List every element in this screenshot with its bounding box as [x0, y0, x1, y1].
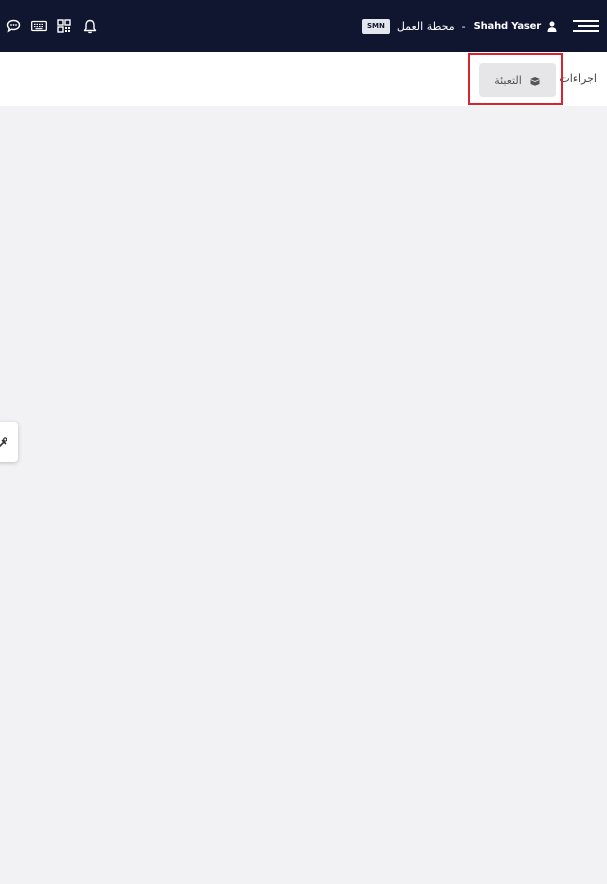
top-navigation-bar: SMN محطة العمل - Shahd Yaser — [0, 0, 607, 52]
user-icon — [547, 21, 557, 32]
separator: - — [461, 19, 466, 33]
station-badge: SMN — [361, 18, 390, 34]
side-tools-tab[interactable] — [0, 422, 18, 462]
highlight-box — [468, 53, 563, 105]
user-station-info: SMN محطة العمل - Shahd Yaser — [361, 15, 557, 37]
bell-icon[interactable] — [81, 17, 99, 35]
chat-icon[interactable] — [4, 17, 22, 35]
station-label: محطة العمل — [396, 19, 455, 33]
user-name: Shahd Yaser — [473, 20, 542, 32]
qr-code-icon[interactable] — [55, 17, 73, 35]
keyboard-icon[interactable] — [30, 17, 48, 35]
tools-icon — [0, 433, 8, 452]
menu-icon[interactable] — [573, 18, 599, 34]
